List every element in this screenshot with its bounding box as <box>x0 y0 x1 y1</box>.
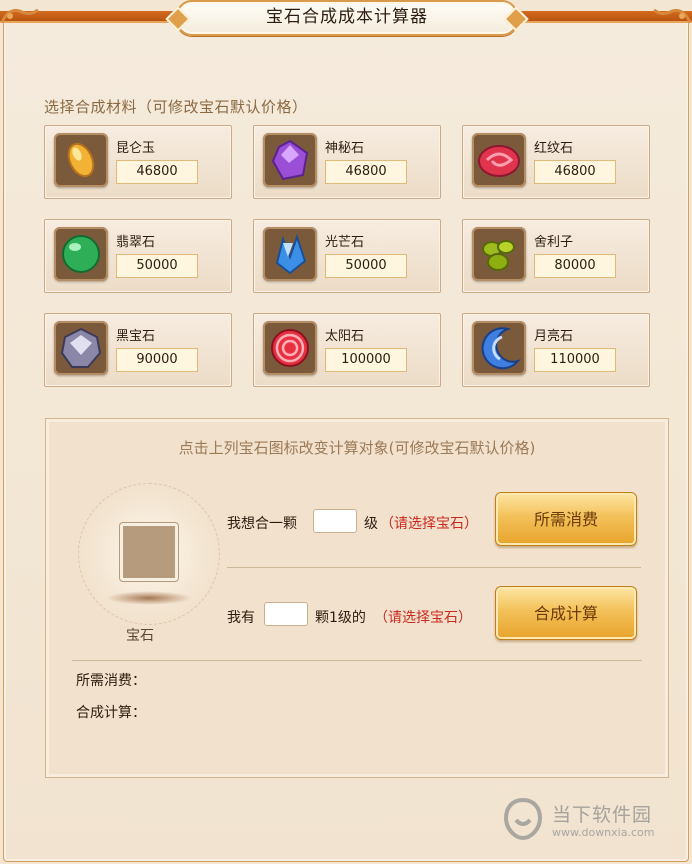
cost-result-label: 所需消费： <box>76 673 146 689</box>
gem-price-input[interactable] <box>534 348 616 372</box>
sarira-icon[interactable] <box>472 227 526 281</box>
materials-section-title: 选择合成材料（可修改宝石默认价格） <box>44 98 308 116</box>
red-pattern-stone-icon[interactable] <box>472 133 526 187</box>
target-gem-label: 宝石 <box>126 628 154 644</box>
results-divider <box>72 660 642 661</box>
gem-price-input[interactable] <box>534 160 616 184</box>
row2-hint: （请选择宝石） <box>374 610 472 626</box>
gem-card-red-pattern-stone[interactable]: 红纹石 <box>462 125 650 199</box>
corner-ornament-left <box>0 4 40 26</box>
gem-name: 红纹石 <box>534 141 574 156</box>
black-gem-icon[interactable] <box>54 321 108 375</box>
mystery-stone-icon[interactable] <box>263 133 317 187</box>
watermark-logo-icon <box>500 796 546 842</box>
gem-name: 神秘石 <box>325 141 365 156</box>
synthesis-calc-button[interactable]: 合成计算 <box>495 586 637 640</box>
watermark-url: www.downxia.com <box>552 826 655 839</box>
target-gem-slot[interactable] <box>120 523 178 581</box>
gem-card-moon-stone[interactable]: 月亮石 <box>462 313 650 387</box>
gem-price-input[interactable] <box>325 160 407 184</box>
required-cost-button[interactable]: 所需消费 <box>495 492 637 546</box>
gem-card-sarira[interactable]: 舍利子 <box>462 219 650 293</box>
target-level-input[interactable] <box>313 509 357 533</box>
row1-suffix: 级 <box>364 516 378 532</box>
gem-price-input[interactable] <box>116 348 198 372</box>
gem-card-kunlun-jade[interactable]: 昆仑玉 <box>44 125 232 199</box>
gem-price-input[interactable] <box>534 254 616 278</box>
row-divider <box>227 567 641 568</box>
gem-card-emerald-stone[interactable]: 翡翠石 <box>44 219 232 293</box>
calculator-heading: 点击上列宝石图标改变计算对象(可修改宝石默认价格) <box>178 439 536 457</box>
gem-price-input[interactable] <box>116 160 198 184</box>
gem-price-input[interactable] <box>325 348 407 372</box>
sun-stone-icon[interactable] <box>263 321 317 375</box>
gem-name: 月亮石 <box>534 329 574 344</box>
watermark-text: 当下软件园 <box>552 804 653 826</box>
kunlun-jade-icon[interactable] <box>54 133 108 187</box>
calc-result-label: 合成计算： <box>76 705 146 721</box>
row1-prefix: 我想合一颗 <box>227 516 297 532</box>
row2-suffix: 颗1级的 <box>315 610 366 626</box>
radiant-stone-icon[interactable] <box>263 227 317 281</box>
gem-price-input[interactable] <box>325 254 407 278</box>
emerald-stone-icon[interactable] <box>54 227 108 281</box>
moon-stone-icon[interactable] <box>472 321 526 375</box>
gem-card-black-gem[interactable]: 黑宝石 <box>44 313 232 387</box>
row2-prefix: 我有 <box>227 610 255 626</box>
gem-card-mystery-stone[interactable]: 神秘石 <box>253 125 441 199</box>
gem-price-input[interactable] <box>116 254 198 278</box>
owned-count-input[interactable] <box>264 602 308 626</box>
calculator-panel: 点击上列宝石图标改变计算对象(可修改宝石默认价格) 宝石 我想合一颗 级 （请选… <box>45 418 669 778</box>
target-shadow <box>106 591 192 605</box>
page-title: 宝石合成成本计算器 <box>165 0 529 36</box>
corner-ornament-right <box>652 4 692 26</box>
gem-card-sun-stone[interactable]: 太阳石 <box>253 313 441 387</box>
row1-hint: （请选择宝石） <box>380 516 478 532</box>
gem-card-radiant-stone[interactable]: 光芒石 <box>253 219 441 293</box>
gem-name: 翡翠石 <box>116 235 156 250</box>
gem-name: 舍利子 <box>534 235 574 250</box>
gem-name: 太阳石 <box>325 329 365 344</box>
gem-name: 黑宝石 <box>116 329 156 344</box>
page-title-text: 宝石合成成本计算器 <box>266 7 428 27</box>
gem-name: 光芒石 <box>325 235 365 250</box>
gem-name: 昆仑玉 <box>116 141 156 156</box>
